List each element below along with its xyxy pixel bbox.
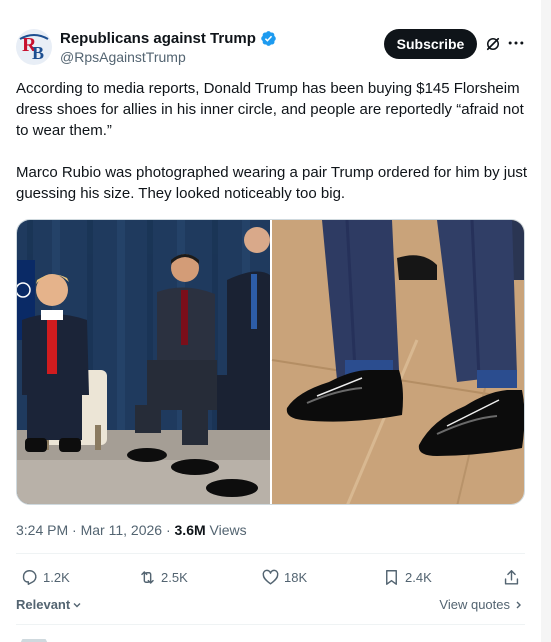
- post-meta: 3:24 PM · Mar 11, 2026 · 3.6M Views: [16, 522, 247, 538]
- post-media[interactable]: [16, 219, 525, 505]
- author-info: Republicans against Trump @RpsAgainstTru…: [60, 29, 277, 65]
- meta-separator: ·: [162, 522, 175, 538]
- replies-footer: Relevant View quotes: [16, 597, 525, 615]
- meta-separator: ·: [68, 522, 81, 538]
- repost-icon: [141, 570, 154, 584]
- view-quotes-link[interactable]: View quotes: [439, 597, 523, 612]
- post-text: According to media reports, Donald Trump…: [16, 78, 528, 204]
- post-actions: 1.2K 2.5K 18K 2.4K: [16, 566, 525, 588]
- share-button[interactable]: [502, 566, 521, 588]
- bookmark-button[interactable]: 2.4K: [382, 566, 432, 588]
- repost-button[interactable]: 2.5K: [138, 566, 188, 588]
- views-label: Views: [205, 522, 247, 538]
- reply-count: 1.2K: [43, 569, 70, 585]
- bookmark-icon: [386, 569, 397, 585]
- view-quotes-label: View quotes: [439, 597, 510, 612]
- verified-badge-icon[interactable]: [260, 30, 277, 47]
- like-button[interactable]: 18K: [261, 566, 307, 588]
- views-count: 3.6M: [174, 522, 206, 538]
- media-photo-right[interactable]: [271, 220, 525, 505]
- author-name[interactable]: Republicans against Trump: [60, 30, 256, 47]
- divider: [16, 624, 525, 625]
- post-time[interactable]: 3:24 PM: [16, 522, 68, 538]
- share-icon: [504, 569, 519, 585]
- chevron-down-icon: [73, 602, 81, 607]
- divider: [16, 553, 525, 554]
- reply-button[interactable]: 1.2K: [20, 566, 70, 588]
- grok-icon[interactable]: [484, 35, 502, 53]
- like-count: 18K: [284, 569, 308, 585]
- more-options-icon[interactable]: [506, 33, 526, 53]
- chevron-right-icon: [516, 601, 521, 608]
- previous-content-cut: [0, 0, 541, 4]
- avatar[interactable]: R B: [16, 29, 52, 65]
- post-paragraph-1: According to media reports, Donald Trump…: [16, 80, 524, 139]
- bookmark-count: 2.4K: [405, 569, 432, 585]
- media-separator: [270, 220, 272, 504]
- post-paragraph-2: Marco Rubio was photographed wearing a p…: [16, 164, 528, 202]
- next-content-cut: [0, 633, 541, 642]
- author-handle[interactable]: @RpsAgainstTrump: [60, 49, 277, 65]
- post-date[interactable]: Mar 11, 2026: [81, 522, 162, 538]
- repost-count: 2.5K: [161, 569, 188, 585]
- sort-dropdown[interactable]: Relevant: [16, 597, 82, 612]
- scrollbar[interactable]: [541, 0, 551, 642]
- media-photo-left[interactable]: [17, 220, 270, 505]
- svg-text:B: B: [32, 43, 44, 63]
- subscribe-button[interactable]: Subscribe: [384, 29, 477, 59]
- post-detail: R B Republicans against Trump @RpsAgains…: [0, 0, 541, 642]
- reply-icon: [22, 569, 37, 585]
- avatar-logo-image: R B: [16, 29, 52, 65]
- sort-label: Relevant: [16, 597, 71, 612]
- heart-icon: [262, 569, 279, 585]
